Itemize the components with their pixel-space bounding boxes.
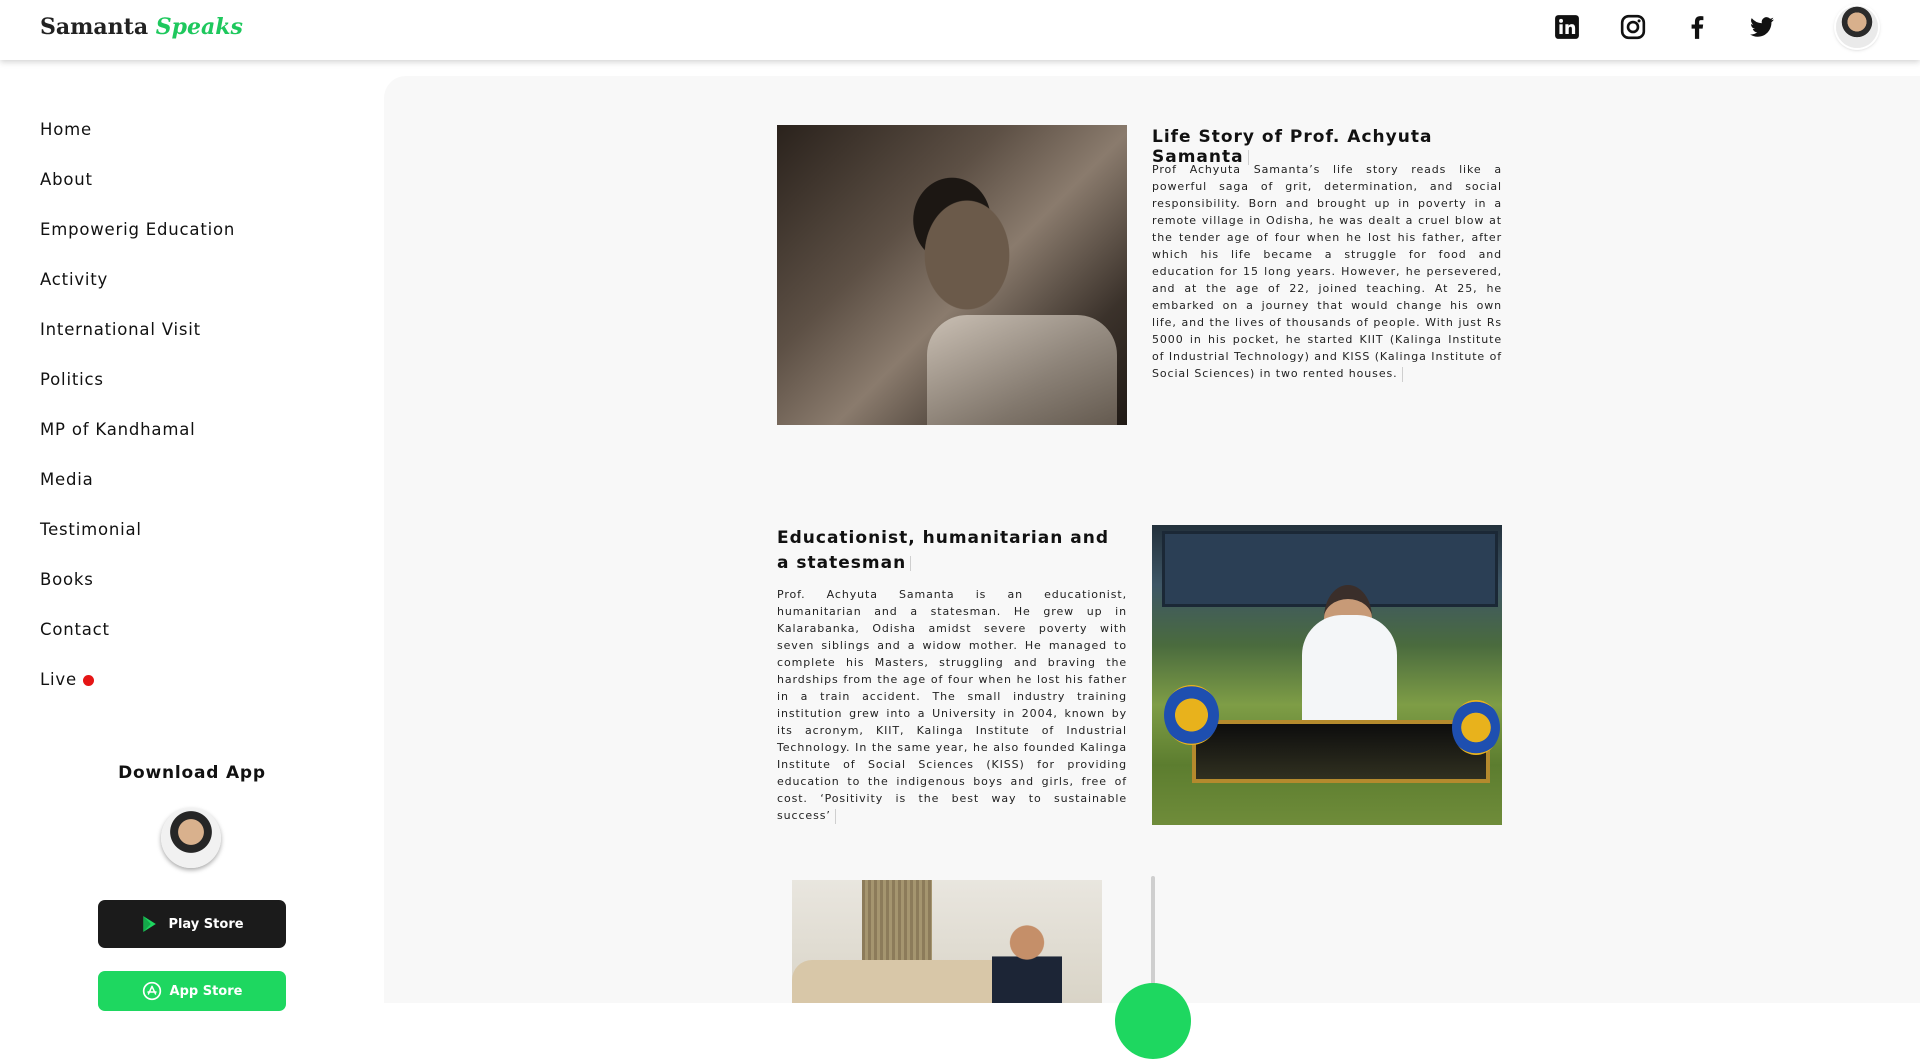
sidebar-item-about[interactable]: About <box>40 170 93 189</box>
sidebar-item-empowering-education[interactable]: Empowerig Education <box>40 220 235 239</box>
sidebar-item-mp-of-kandhamal[interactable]: MP of Kandhamal <box>40 420 196 439</box>
sidebar-item-live-label: Live <box>40 670 77 689</box>
facebook-icon[interactable] <box>1684 14 1710 40</box>
sidebar-item-international-visit[interactable]: International Visit <box>40 320 201 339</box>
photo-table <box>1192 720 1490 783</box>
photo-volleyball <box>1164 685 1219 745</box>
sidebar-item-home[interactable]: Home <box>40 120 92 139</box>
live-indicator-dot <box>82 675 94 686</box>
app-store-label: App Store <box>169 983 243 999</box>
brand-main-text: Samanta <box>40 14 149 40</box>
statesman-photo <box>1152 525 1502 825</box>
user-avatar[interactable] <box>1836 6 1878 48</box>
brand-accent-text: Speaks <box>155 14 243 40</box>
text-caret <box>1401 366 1403 382</box>
text-caret <box>834 808 836 824</box>
brand-logo[interactable]: Samanta Speaks <box>40 14 243 40</box>
play-store-button[interactable]: Play Store <box>98 900 286 948</box>
app-store-button[interactable]: App Store <box>98 971 286 1011</box>
text-caret <box>910 555 912 571</box>
article-1-body-text: Prof Achyuta Samanta’s life story reads … <box>1152 163 1502 380</box>
sidebar-item-media[interactable]: Media <box>40 470 94 489</box>
twitter-icon[interactable] <box>1749 14 1775 40</box>
app-store-icon <box>142 981 161 1001</box>
floating-action-button[interactable] <box>1115 983 1191 1059</box>
article-2-body-text: Prof. Achyuta Samanta is an educationist… <box>777 588 1127 822</box>
article-2-title-text: Educationist, humanitarian and a statesm… <box>777 528 1109 573</box>
sidebar-nav: Home About Empowerig Education Activity … <box>0 60 384 1011</box>
sidebar-item-activity[interactable]: Activity <box>40 270 108 289</box>
article-2-body: Prof. Achyuta Samanta is an educationist… <box>777 586 1127 824</box>
photo-sofa <box>792 960 1012 1003</box>
top-header: Samanta Speaks <box>0 0 1920 60</box>
photo-curtain <box>862 880 932 970</box>
play-store-label: Play Store <box>168 916 244 932</box>
sidebar-item-testimonial[interactable]: Testimonial <box>40 520 142 539</box>
life-story-photo <box>777 125 1127 425</box>
instagram-icon[interactable] <box>1620 14 1646 40</box>
download-app-title: Download App <box>118 763 266 783</box>
sidebar-item-contact[interactable]: Contact <box>40 620 110 639</box>
app-avatar <box>161 808 221 868</box>
sidebar-item-politics[interactable]: Politics <box>40 370 104 389</box>
third-article-photo <box>792 880 1102 1003</box>
photo-person <box>992 920 1062 1003</box>
play-store-icon <box>143 916 157 932</box>
article-2-title: Educationist, humanitarian and a statesm… <box>777 526 1127 576</box>
article-1-body: Prof Achyuta Samanta’s life story reads … <box>1152 161 1502 382</box>
linkedin-icon[interactable] <box>1554 14 1580 40</box>
photo-volleyball <box>1452 700 1500 755</box>
sidebar-item-books[interactable]: Books <box>40 570 94 589</box>
sidebar-item-live[interactable]: Live <box>40 670 94 689</box>
